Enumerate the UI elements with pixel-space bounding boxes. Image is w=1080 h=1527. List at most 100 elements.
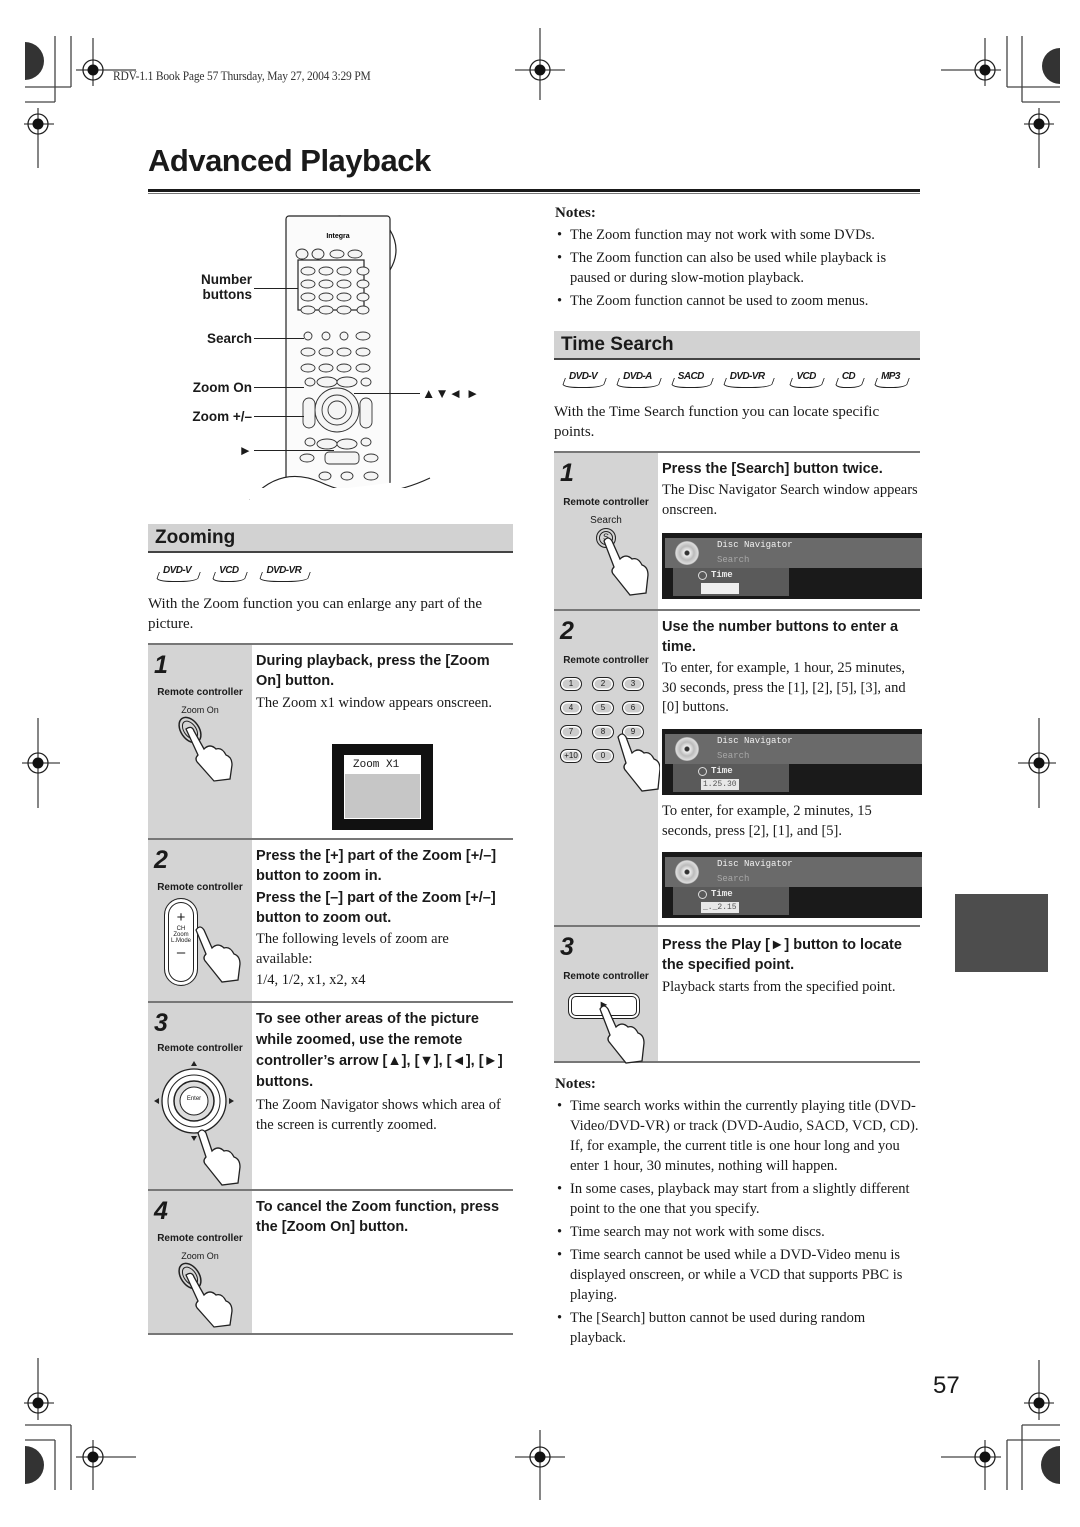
zoom-notes-title: Notes: [555, 205, 596, 221]
osd-subtitle: Search [717, 751, 750, 761]
disc-icon [675, 860, 699, 884]
step-sidebar: 3 Remote controller Enter [148, 1003, 252, 1190]
osd-field-label: Time [711, 570, 733, 580]
callout-line [254, 416, 304, 417]
title-rule [148, 189, 920, 192]
key-8: 8 [592, 725, 614, 739]
key-2: 2 [592, 677, 614, 691]
osd-field-label: Time [711, 889, 733, 899]
step-sidebar: 2 Remote controller + CH Zoom L.Mode – [148, 840, 252, 1002]
step-heading-zoom-out: Press the [–] part of the Zoom [+/–] but… [256, 890, 496, 926]
step-body: The Disc Navigator Search window appears… [662, 482, 918, 518]
zoom-x1-osd: Zoom X1 [332, 744, 433, 830]
hand-press-icon [195, 926, 241, 983]
step-heading: Use the number buttons to enter a time. [662, 619, 899, 655]
callout-line [254, 338, 304, 339]
disc-icon [675, 541, 699, 565]
zoom-levels: 1/4, 1/2, x1, x2, x4 [256, 972, 366, 988]
zoom-level-label: Zoom X1 [345, 756, 420, 774]
step-sidebar: 1 Remote controller Zoom On [148, 645, 252, 839]
step-heading: To cancel the Zoom function, press the [… [256, 1199, 500, 1235]
remote-controller-label: Remote controller [157, 687, 243, 698]
remote-controller-label: Remote controller [563, 497, 649, 508]
callout-line [354, 393, 420, 394]
section-header-time-search: Time Search [554, 331, 920, 360]
callout-zoom-on: Zoom On [192, 380, 252, 395]
step-body: Playback starts from the specified point… [662, 979, 896, 995]
hand-press-icon [617, 733, 660, 792]
disc-icon [675, 737, 699, 761]
step-number: 3 [154, 1009, 168, 1037]
note-item: Time search may not work with some discs… [555, 1222, 923, 1242]
time-input-field: _._2.15 [701, 902, 739, 913]
disc-logo-dvd-v: DVD-V [157, 564, 199, 580]
zoom-notes-list: The Zoom function may not work with some… [555, 225, 923, 314]
hand-press-icon [178, 1262, 233, 1328]
key-5: 5 [592, 701, 614, 715]
section-header-zooming: Zooming [148, 524, 513, 553]
key-1: 1 [560, 677, 582, 691]
enter-button-label: Enter [186, 1096, 202, 1102]
clock-icon [698, 767, 707, 776]
remote-controller-label: Remote controller [157, 1233, 243, 1244]
disc-logo-vcd: VCD [213, 564, 246, 580]
time-input-field [701, 583, 739, 594]
note-item: The Zoom function can also be used while… [555, 248, 923, 288]
key-4: 4 [560, 701, 582, 715]
disc-logo-vcd: VCD [790, 370, 823, 386]
remote-brand: Integra [326, 233, 349, 240]
time-search-notes-list: Time search works within the currently p… [555, 1096, 923, 1351]
disc-navigator-osd: Disc Navigator Search Time 1.25.30 [662, 729, 922, 795]
step-sidebar: 3 Remote controller ► [554, 927, 658, 1064]
remote-controller-label: Remote controller [157, 882, 243, 893]
remote-controller-label: Remote controller [157, 1043, 243, 1054]
step-sidebar: 1 Remote controller Search S [554, 453, 658, 610]
callout-line [254, 288, 298, 289]
step-heading: Press the Play [►] button to locate the … [662, 937, 902, 973]
remote-controller-label: Remote controller [563, 655, 649, 666]
title-rule-thin [148, 193, 920, 194]
callout-zoom-plus-minus: Zoom +/– [192, 409, 252, 424]
hand-press-icon [178, 716, 233, 782]
clock-icon [698, 571, 707, 580]
remote-diagram: Integra Number buttons Search Zoom On Zo… [190, 210, 500, 501]
search-button-label: Search [590, 515, 622, 526]
step-sidebar: 4 Remote controller Zoom On [148, 1191, 252, 1333]
zooming-disc-types: DVD-V VCD DVD-VR [157, 564, 309, 580]
callout-number-buttons: Number buttons [200, 272, 252, 302]
step-body: The Zoom x1 window appears onscreen. [256, 695, 492, 711]
step-heading: During playback, press the [Zoom On] but… [256, 653, 490, 689]
callout-play: ► [238, 443, 252, 458]
disc-logo-dvd-vr: DVD-VR [724, 370, 773, 386]
callout-arrows: ▲▼◄ ► [422, 386, 480, 401]
time-search-intro: With the Time Search function you can lo… [554, 404, 880, 440]
step-body-example-2: To enter, for example, 2 minutes, 15 sec… [662, 803, 872, 839]
callout-line [254, 387, 304, 388]
chapter-tab [955, 894, 1048, 972]
disc-navigator-osd: Disc Navigator Search Time [662, 533, 922, 599]
step-number: 1 [154, 651, 168, 679]
osd-title: Disc Navigator [717, 540, 793, 550]
osd-title: Disc Navigator [717, 736, 793, 746]
zooming-intro: With the Zoom function you can enlarge a… [148, 596, 483, 632]
disc-logo-dvd-v: DVD-V [563, 370, 605, 386]
osd-field-label: Time [711, 766, 733, 776]
key-7: 7 [560, 725, 582, 739]
step-number: 1 [560, 459, 574, 487]
print-header: RDV-1.1 Book Page 57 Thursday, May 27, 2… [113, 69, 371, 83]
clock-icon [698, 890, 707, 899]
step-number: 3 [560, 933, 574, 961]
time-search-step-1: 1 Remote controller Search S Press the [… [554, 451, 922, 610]
zoom-step-1: 1 Remote controller Zoom On During playb… [148, 643, 513, 839]
key-6: 6 [622, 701, 644, 715]
osd-subtitle: Search [717, 555, 750, 565]
step-number: 2 [154, 846, 168, 874]
step-body: The Zoom Navigator shows which area of t… [256, 1097, 501, 1133]
note-item: Time search works within the currently p… [555, 1096, 923, 1176]
disc-logo-sacd: SACD [672, 370, 712, 386]
time-search-notes-title: Notes: [555, 1076, 596, 1092]
step-sidebar: 2 Remote controller 1 2 3 4 5 6 7 8 9 +1… [554, 611, 660, 926]
note-item: The [Search] button cannot be used durin… [555, 1308, 923, 1348]
note-item: The Zoom function cannot be used to zoom… [555, 291, 923, 311]
disc-logo-dvd-a: DVD-A [617, 370, 660, 386]
